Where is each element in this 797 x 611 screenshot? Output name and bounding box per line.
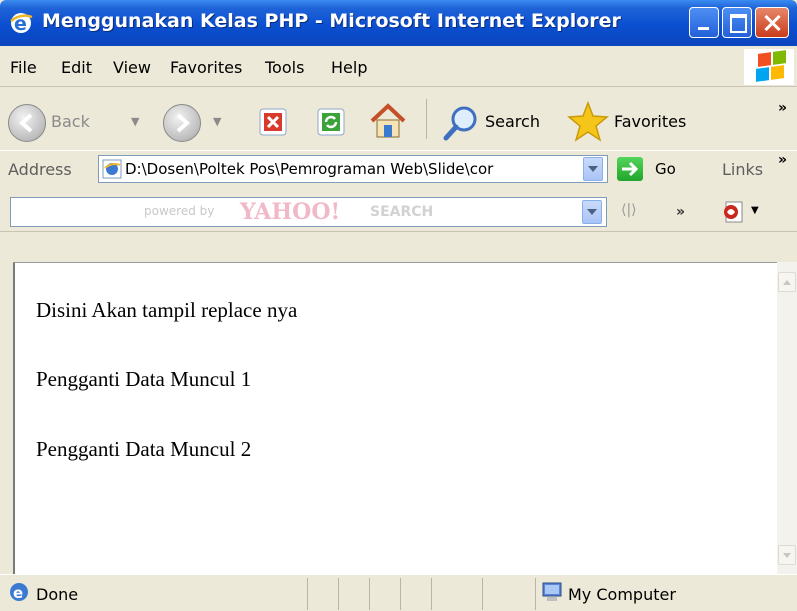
page-text-line: Pengganti Data Muncul 2 [36, 437, 252, 461]
back-label[interactable]: Back [51, 112, 90, 131]
status-divider [482, 578, 483, 610]
vertical-scrollbar[interactable] [777, 262, 797, 574]
status-divider [400, 578, 401, 610]
menu-tools[interactable]: Tools [265, 58, 304, 77]
yahoo-logo: YAHOO! [240, 199, 341, 225]
go-arrow-icon[interactable] [617, 157, 643, 181]
links-label[interactable]: Links [722, 160, 763, 179]
ie-icon: e [10, 13, 33, 35]
yahoo-search-text: SEARCH [370, 204, 434, 220]
toolbar-overflow-icon[interactable]: » [778, 100, 787, 116]
window-title: Menggunakan Kelas PHP - Microsoft Intern… [42, 10, 621, 32]
page-text-line: Pengganti Data Muncul 1 [36, 367, 252, 391]
back-icon[interactable] [8, 104, 46, 142]
yahoo-overflow-icon[interactable]: » [676, 204, 685, 220]
status-ie-icon: e [10, 583, 28, 602]
windows-logo-icon [744, 49, 794, 85]
status-divider [338, 578, 339, 610]
search-label[interactable]: Search [485, 112, 540, 131]
favorites-label[interactable]: Favorites [614, 112, 686, 131]
maximize-button[interactable] [722, 7, 752, 38]
yahoo-search-input[interactable]: powered by YAHOO! SEARCH [10, 197, 607, 227]
menu-view[interactable]: View [113, 58, 151, 77]
forward-dropdown-icon[interactable]: ▼ [213, 115, 221, 128]
status-text: Done [36, 585, 79, 604]
address-value[interactable]: D:\Dosen\Poltek Pos\Pemrograman Web\Slid… [125, 160, 578, 178]
links-overflow-icon[interactable]: » [778, 152, 787, 168]
favorites-star-icon[interactable] [566, 100, 610, 144]
close-button[interactable] [755, 7, 789, 38]
status-bar: e Done My Computer [0, 574, 797, 611]
stop-icon[interactable] [258, 107, 288, 137]
address-input[interactable]: D:\Dosen\Poltek Pos\Pemrograman Web\Slid… [98, 155, 608, 183]
scroll-up-icon[interactable] [778, 272, 796, 292]
pdf-icon[interactable] [722, 200, 748, 224]
refresh-icon[interactable] [316, 107, 346, 137]
status-divider [535, 578, 536, 610]
scroll-down-icon[interactable] [778, 545, 796, 565]
home-icon[interactable] [368, 101, 408, 141]
toolbar-separator [426, 99, 427, 139]
address-label: Address [8, 160, 72, 179]
status-divider [369, 578, 370, 610]
svg-text:e: e [13, 584, 23, 602]
status-divider [431, 578, 432, 610]
forward-icon[interactable] [163, 104, 201, 142]
menu-help[interactable]: Help [331, 58, 367, 77]
yahoo-dropdown-icon[interactable] [582, 200, 602, 224]
minimize-button[interactable] [689, 7, 719, 38]
address-dropdown-icon[interactable] [583, 157, 603, 181]
search-icon[interactable] [442, 104, 480, 142]
pdf-dropdown-icon[interactable]: ▼ [751, 205, 759, 216]
back-dropdown-icon[interactable]: ▼ [131, 115, 139, 128]
menu-bar: File Edit View Favorites Tools Help [0, 46, 797, 87]
go-button[interactable]: Go [655, 160, 676, 178]
menu-favorites[interactable]: Favorites [170, 58, 242, 77]
toolbar-grip-icon[interactable]: ⟨|⟩ [621, 202, 637, 218]
zone-text: My Computer [568, 585, 676, 604]
page-ie-icon [102, 159, 122, 179]
title-bar[interactable]: e Menggunakan Kelas PHP - Microsoft Inte… [0, 0, 797, 46]
page-text-line: Disini Akan tampil replace nya [36, 298, 298, 322]
powered-by-text: powered by [144, 204, 215, 218]
menu-edit[interactable]: Edit [61, 58, 92, 77]
page-content[interactable]: Disini Akan tampil replace nya Pengganti… [13, 262, 777, 574]
menu-file[interactable]: File [10, 58, 37, 77]
computer-icon [542, 582, 562, 601]
status-divider [307, 578, 308, 610]
